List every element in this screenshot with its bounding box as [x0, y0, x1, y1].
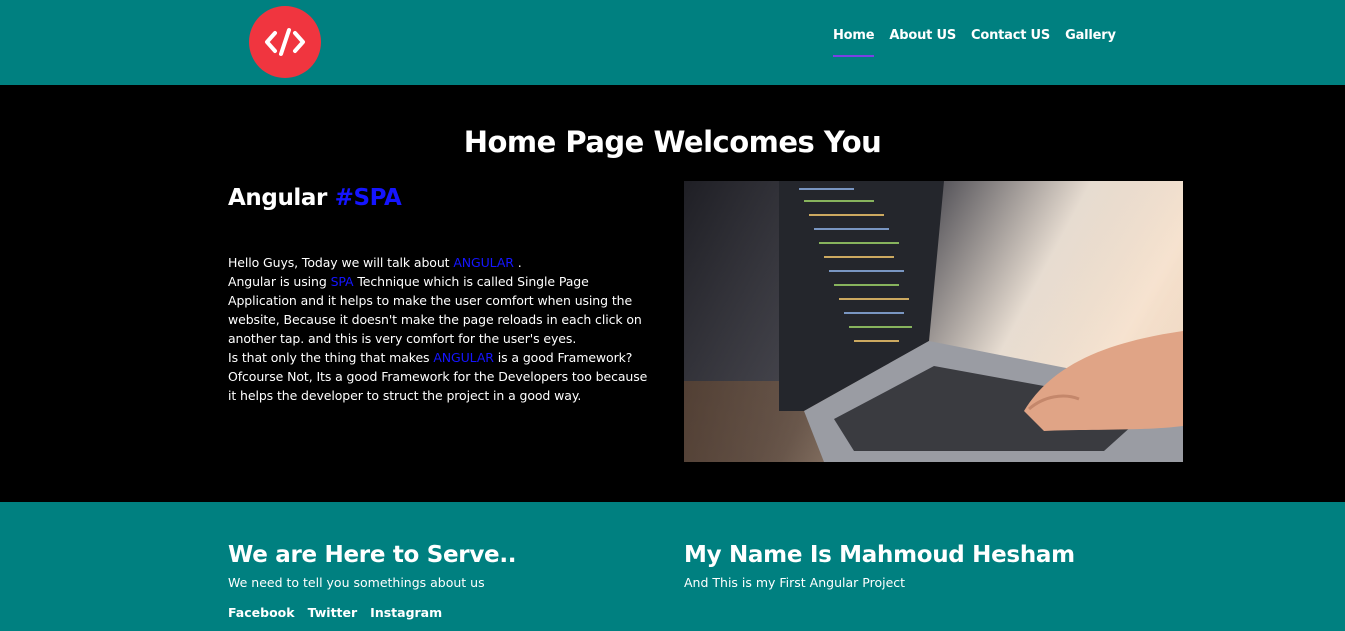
footer-about-subtitle: And This is my First Angular Project — [684, 575, 906, 590]
nav-item-gallery[interactable]: Gallery — [1065, 28, 1116, 47]
para-line-3: Is that only the thing that makes ANGULA… — [228, 348, 648, 405]
footer: We are Here to Serve.. We need to tell y… — [0, 502, 1345, 631]
twitter-link[interactable]: Twitter — [308, 605, 358, 620]
para-text: Hello Guys, Today we will talk about — [228, 255, 454, 270]
intro-paragraph: Hello Guys, Today we will talk about ANG… — [228, 253, 648, 405]
topic-heading: Angular #SPA — [228, 185, 402, 211]
page-title: Home Page Welcomes You — [463, 125, 882, 159]
footer-about-column: My Name Is Mahmoud Hesham And This is my… — [684, 542, 1075, 590]
nav-item-about-us[interactable]: About US — [889, 28, 956, 47]
hero-section: Home Page Welcomes You Angular #SPA Hell… — [0, 85, 1345, 502]
instagram-link[interactable]: Instagram — [370, 605, 442, 620]
navbar: Home About US Contact US Gallery — [0, 0, 1345, 85]
footer-about-title: My Name Is Mahmoud Hesham — [684, 542, 1075, 568]
footer-serve-subtitle: We need to tell you somethings about us — [228, 575, 485, 590]
topic-label: Angular — [228, 185, 327, 211]
nav-item-contact-us[interactable]: Contact US — [971, 28, 1050, 47]
facebook-link[interactable]: Facebook — [228, 605, 295, 620]
main-nav: Home About US Contact US Gallery — [833, 28, 1116, 57]
laptop-illustration — [684, 181, 1183, 462]
topic-tag: #SPA — [334, 185, 402, 211]
highlight-angular: ANGULAR — [453, 255, 514, 270]
para-text: . — [513, 255, 522, 270]
nav-item-home[interactable]: Home — [833, 28, 875, 57]
para-line-2: Angular is using SPA Technique which is … — [228, 272, 648, 348]
social-links: Facebook Twitter Instagram — [228, 605, 516, 620]
para-text: Is that only the thing that makes — [228, 350, 434, 365]
para-text: Angular is using — [228, 274, 331, 289]
code-icon — [265, 28, 305, 56]
logo[interactable] — [249, 6, 321, 78]
footer-serve-column: We are Here to Serve.. We need to tell y… — [228, 542, 517, 620]
highlight-angular: ANGULAR — [433, 350, 494, 365]
laptop-coding-image — [684, 181, 1183, 462]
highlight-spa: SPA — [330, 274, 354, 289]
footer-serve-title: We are Here to Serve.. — [228, 542, 517, 568]
para-line-1: Hello Guys, Today we will talk about ANG… — [228, 253, 648, 272]
